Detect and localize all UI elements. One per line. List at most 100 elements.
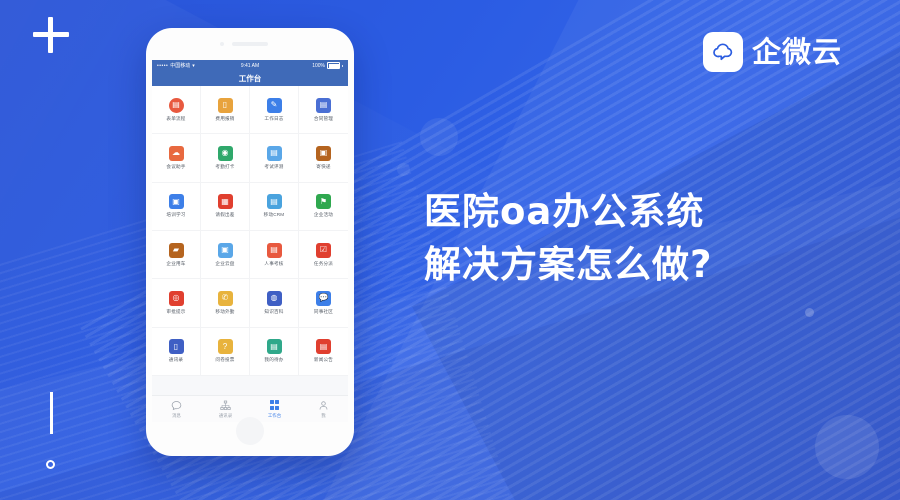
app-icon: ▤: [316, 97, 331, 113]
app-grid: ▤ 表单流程 ▯ 费用报销 ✎ 工作日志 ▤ 合同管理 ☁ 会议助手 ◉ 考勤打卡 ▤ 考试评测 ▣ 寄快递 ▣…: [152, 86, 348, 376]
app-tile[interactable]: ✎ 工作日志: [250, 86, 299, 135]
clock-label: 9:41 AM: [240, 62, 260, 69]
app-label: 合同管理: [313, 115, 334, 121]
app-tile[interactable]: 💬 同事社区: [299, 279, 348, 328]
battery-percent-label: 100%: [312, 62, 325, 69]
battery-tip-icon: [342, 64, 343, 67]
app-tile[interactable]: ▤ 合同管理: [299, 86, 348, 135]
app-label: 问卷投票: [215, 357, 235, 363]
app-tile[interactable]: ▤ 考试评测: [250, 134, 299, 183]
app-label: 工作日志: [264, 115, 284, 121]
app-label: 移动外勤: [215, 308, 235, 314]
app-icon: ▤: [168, 97, 184, 113]
app-label: 人事考核: [264, 260, 284, 266]
app-tile[interactable]: ▤ 移动CRM: [250, 182, 299, 231]
app-icon: ⚑: [316, 194, 331, 210]
app-tile[interactable]: ▯ 费用报销: [201, 86, 250, 135]
tab-label: 消息: [172, 412, 181, 418]
app-icon: ◍: [266, 290, 282, 306]
app-icon: ▤: [266, 145, 282, 161]
app-label: 考试评测: [264, 163, 284, 169]
app-tile[interactable]: ▣ 寄快递: [299, 134, 348, 183]
app-icon: ▣: [217, 242, 233, 258]
app-tile[interactable]: ✆ 移动外勤: [201, 279, 250, 328]
app-label: 我的待办: [264, 357, 284, 363]
app-icon: ◉: [217, 145, 233, 161]
app-icon: ▯: [217, 97, 233, 113]
wifi-icon: ▾: [192, 62, 195, 69]
battery-icon: [327, 62, 340, 69]
app-tile[interactable]: ◎ 审批提示: [152, 279, 201, 328]
tab-label: 工作台: [267, 412, 282, 418]
headline: 医院oa办公系统 解决方案怎么做?: [424, 186, 712, 291]
home-button[interactable]: [236, 417, 264, 445]
brand-name: 企微云: [751, 34, 842, 69]
app-icon: ☁: [168, 145, 184, 161]
app-tile[interactable]: ☁ 会议助手: [152, 134, 201, 183]
app-icon: ✆: [217, 290, 233, 306]
app-label: 移动CRM: [263, 212, 285, 218]
app-tile[interactable]: ▰ 企业用车: [152, 230, 201, 280]
camera-icon: [220, 42, 224, 46]
app-label: 审批提示: [166, 308, 186, 314]
app-tile[interactable]: ▦ 请假出差: [201, 182, 250, 231]
app-label: 会议助手: [166, 163, 186, 169]
app-icon: ▣: [168, 194, 184, 210]
chat-bubble-icon: [171, 400, 182, 411]
app-tile[interactable]: ▣ 培训学习: [152, 182, 201, 231]
app-icon: ▤: [316, 339, 331, 355]
app-label: 通讯录: [168, 357, 184, 363]
bg-circle-right: [815, 415, 879, 479]
app-label: 企业云盘: [215, 260, 235, 266]
app-label: 企业用车: [166, 260, 186, 266]
signal-dots-icon: •••••: [157, 62, 169, 69]
app-tile[interactable]: ◉ 考勤打卡: [201, 134, 250, 183]
app-label: 表单流程: [166, 115, 186, 121]
tab-消息[interactable]: 消息: [152, 396, 201, 422]
carrier-label: 中国移动: [170, 63, 191, 69]
status-bar-left: ••••• 中国移动 ▾: [157, 62, 219, 70]
nav-title: 工作台: [152, 71, 348, 86]
status-bar-right: 100%: [281, 62, 343, 69]
app-icon: ▦: [217, 194, 233, 210]
ring-decor: [46, 460, 55, 469]
app-tile[interactable]: ◍ 知识百科: [250, 279, 299, 328]
app-tile[interactable]: ▤ 表单流程: [152, 86, 201, 135]
app-icon: ?: [217, 339, 233, 355]
app-icon: ✎: [266, 97, 282, 113]
app-tile[interactable]: ▣ 企业云盘: [201, 230, 250, 280]
bg-circle-large: [420, 118, 458, 156]
phone-earpiece-area: [146, 28, 354, 60]
vertical-bar-decor: [50, 392, 53, 434]
app-tile[interactable]: ⚑ 企业活动: [299, 183, 348, 231]
status-bar: ••••• 中国移动 ▾ 9:41 AM 100%: [152, 60, 348, 71]
app-label: 费用报销: [215, 115, 235, 121]
banner-canvas: 企微云 医院oa办公系统 解决方案怎么做? ••••• 中国移动 ▾ 9:41 …: [0, 0, 900, 500]
phone-screen: ••••• 中国移动 ▾ 9:41 AM 100% 工作台 ▤ 表单流程 ▯ 费用报销…: [152, 60, 348, 422]
tab-我[interactable]: 我: [299, 396, 348, 422]
plus-icon: [33, 17, 69, 53]
app-tile[interactable]: ▯ 通讯录: [152, 327, 201, 376]
app-tile[interactable]: ? 问卷投票: [201, 327, 250, 376]
bg-dot-right: [805, 308, 814, 317]
tab-label: 通讯录: [218, 412, 233, 418]
app-icon: 💬: [316, 290, 331, 306]
app-icon: ▤: [266, 242, 282, 258]
headline-line-1: 医院oa办公系统: [424, 190, 705, 233]
app-label: 知识百科: [264, 308, 284, 314]
brand-logo: 企微云: [702, 32, 842, 72]
app-label: 培训学习: [166, 212, 186, 218]
person-icon: [318, 400, 329, 411]
speaker-grille: [232, 42, 268, 46]
app-tile[interactable]: ☑ 任务分派: [299, 231, 348, 280]
app-tile[interactable]: ▤ 我的待办: [250, 327, 299, 376]
app-icon: ▯: [168, 339, 184, 355]
app-label: 同事社区: [313, 308, 334, 314]
grid-squares-icon: [269, 400, 280, 411]
headline-line-2: 解决方案怎么做?: [424, 242, 713, 286]
app-tile[interactable]: ▤ 新闻公告: [299, 328, 348, 376]
app-icon: ▤: [266, 339, 282, 355]
app-label: 请假出差: [215, 212, 235, 218]
app-icon: ☑: [316, 242, 331, 258]
app-tile[interactable]: ▤ 人事考核: [250, 230, 299, 280]
